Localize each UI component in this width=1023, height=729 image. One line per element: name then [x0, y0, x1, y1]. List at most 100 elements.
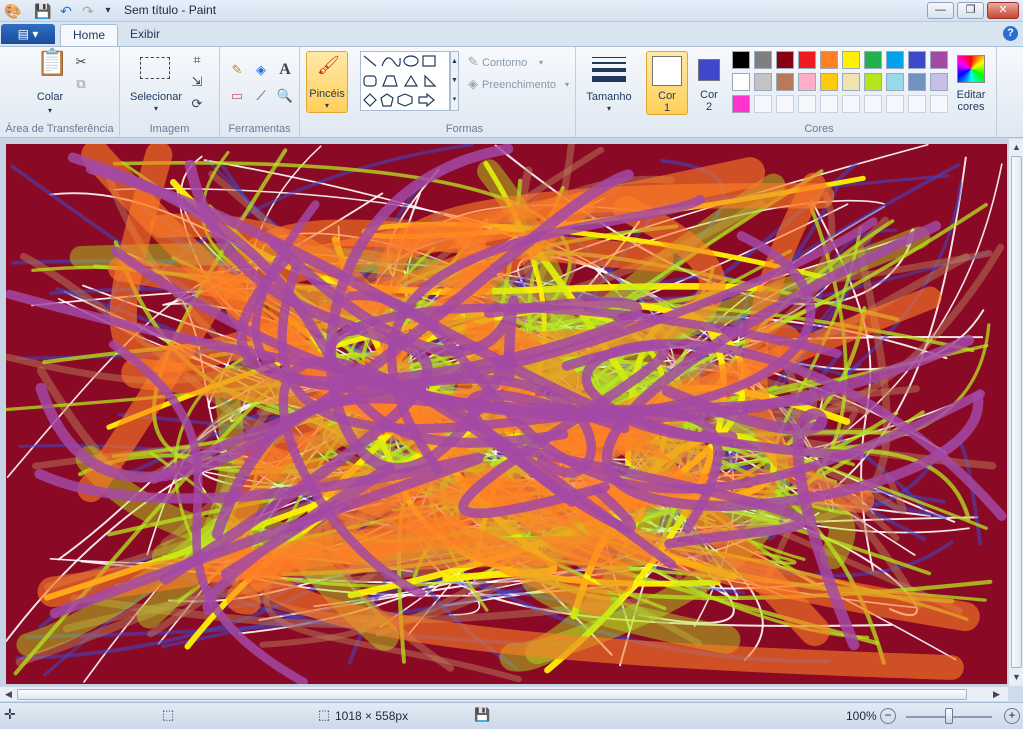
edit-colors-icon: [957, 55, 985, 83]
color-palette: Cores: [728, 47, 950, 137]
palette-swatch[interactable]: [798, 95, 816, 113]
color1-button[interactable]: Cor 1: [646, 51, 688, 115]
tab-view[interactable]: Exibir: [118, 24, 172, 46]
scroll-left-icon[interactable]: ◀: [2, 688, 15, 701]
palette-swatch[interactable]: [908, 51, 926, 69]
palette-swatch[interactable]: [754, 95, 772, 113]
outline-dropdown-icon[interactable]: ▾: [536, 57, 546, 69]
tab-home[interactable]: Home: [60, 24, 119, 46]
file-menu-button[interactable]: ▤ ▾: [1, 24, 55, 44]
palette-swatch[interactable]: [930, 51, 948, 69]
edit-colors-button[interactable]: Editar cores: [950, 51, 992, 115]
palette-swatch[interactable]: [820, 51, 838, 69]
horizontal-scroll-thumb[interactable]: [17, 689, 967, 700]
ribbon-tabs: ▤ ▾ Home Exibir ?: [0, 22, 1023, 46]
palette-swatch[interactable]: [820, 95, 838, 113]
vertical-scroll-thumb[interactable]: [1011, 156, 1022, 668]
fill-bucket-icon[interactable]: ◈: [252, 61, 270, 79]
crop-icon[interactable]: ⌗: [188, 51, 206, 69]
palette-swatch[interactable]: [776, 73, 794, 91]
outline-icon[interactable]: ✎: [464, 53, 482, 71]
maximize-button[interactable]: ❐: [957, 2, 984, 19]
size-dropdown-icon[interactable]: ▾: [599, 103, 619, 115]
palette-swatch[interactable]: [864, 95, 882, 113]
shapes-group-label: Formas: [445, 123, 484, 135]
palette-swatch[interactable]: [930, 95, 948, 113]
palette-swatch[interactable]: [798, 51, 816, 69]
size-icon[interactable]: [592, 57, 626, 82]
horizontal-scrollbar[interactable]: ◀ ▶: [0, 686, 1008, 701]
palette-swatch[interactable]: [842, 73, 860, 91]
edit-colors-label-2: cores: [957, 101, 985, 113]
eraser-icon[interactable]: ▭: [228, 87, 246, 105]
palette-swatch[interactable]: [842, 51, 860, 69]
select-dropdown-icon[interactable]: ▾: [146, 103, 166, 115]
paste-icon[interactable]: 📋: [36, 49, 68, 85]
cut-icon[interactable]: ✂: [72, 53, 90, 71]
zoom-in-button[interactable]: +: [1004, 708, 1020, 724]
rotate-icon[interactable]: ⟳: [188, 95, 206, 113]
outline-button[interactable]: Contorno: [482, 57, 527, 69]
zoom-slider-thumb[interactable]: [945, 708, 953, 724]
palette-swatch[interactable]: [732, 95, 750, 113]
fill-icon[interactable]: ◈: [464, 75, 482, 93]
redo-icon[interactable]: ↷: [80, 3, 96, 19]
palette-swatch[interactable]: [798, 73, 816, 91]
palette-swatch[interactable]: [842, 95, 860, 113]
size-button[interactable]: Tamanho: [580, 91, 638, 103]
palette-swatch[interactable]: [864, 51, 882, 69]
size-group: Tamanho ▾: [576, 47, 642, 137]
customize-qat-icon[interactable]: ▾: [100, 3, 116, 19]
palette-swatch[interactable]: [820, 73, 838, 91]
color-picker-icon[interactable]: ⟋: [252, 87, 270, 105]
magnifier-icon[interactable]: 🔍: [276, 87, 294, 105]
color1-number: 1: [663, 102, 671, 114]
brushes-button[interactable]: 🖌 Pincéis ▾: [306, 51, 348, 113]
color2-button[interactable]: Cor 2: [690, 51, 728, 115]
paint-app-icon[interactable]: 🎨: [4, 3, 21, 19]
copy-icon[interactable]: ⧉: [72, 75, 90, 93]
palette-swatch[interactable]: [886, 73, 904, 91]
palette-swatch[interactable]: [754, 51, 772, 69]
palette-swatch[interactable]: [908, 73, 926, 91]
selection-size-icon: ⬚: [162, 707, 175, 722]
palette-swatch[interactable]: [886, 95, 904, 113]
resize-icon[interactable]: ⇲: [188, 73, 206, 91]
minimize-button[interactable]: —: [927, 2, 954, 19]
paste-dropdown-icon[interactable]: ▾: [40, 105, 60, 117]
text-icon[interactable]: A: [276, 61, 294, 79]
select-button[interactable]: Selecionar: [126, 91, 186, 103]
scroll-right-icon[interactable]: ▶: [990, 688, 1003, 701]
fill-button[interactable]: Preenchimento: [482, 79, 556, 91]
palette-swatch[interactable]: [930, 73, 948, 91]
close-button[interactable]: ✕: [987, 2, 1019, 19]
palette-swatch[interactable]: [732, 51, 750, 69]
palette-swatch[interactable]: [776, 51, 794, 69]
fill-dropdown-icon[interactable]: ▾: [562, 79, 572, 91]
zoom-level: 100%: [846, 709, 877, 723]
vertical-scrollbar[interactable]: ▲ ▼: [1008, 139, 1023, 686]
scroll-up-icon[interactable]: ▲: [1010, 141, 1023, 154]
save-icon[interactable]: 💾: [34, 3, 51, 19]
shapes-gallery[interactable]: [360, 51, 450, 111]
color1-swatch: [652, 56, 682, 86]
help-icon[interactable]: ?: [1003, 26, 1018, 41]
zoom-out-button[interactable]: −: [880, 708, 896, 724]
pencil-icon[interactable]: ✎: [228, 61, 246, 79]
palette-swatch[interactable]: [864, 73, 882, 91]
undo-icon[interactable]: ↶: [58, 3, 74, 19]
palette-swatch[interactable]: [776, 95, 794, 113]
palette-swatch[interactable]: [754, 73, 772, 91]
scroll-down-icon[interactable]: ▼: [1010, 671, 1023, 684]
palette-swatch[interactable]: [908, 95, 926, 113]
paste-button[interactable]: Colar: [30, 91, 70, 103]
image-group-label: Imagem: [149, 123, 190, 135]
shapes-scroll[interactable]: ▲ ▼ ▾: [450, 51, 459, 111]
color2-label: Cor: [700, 89, 718, 101]
select-icon[interactable]: [140, 57, 170, 79]
palette-swatch[interactable]: [886, 51, 904, 69]
image-group: Selecionar ▾ ⌗ ⇲ ⟳ Imagem: [120, 47, 220, 137]
title-bar: 🎨 💾 ↶ ↷ ▾ Sem título - Paint — ❐ ✕: [0, 0, 1023, 22]
palette-swatch[interactable]: [732, 73, 750, 91]
drawing-canvas[interactable]: [6, 144, 1007, 684]
